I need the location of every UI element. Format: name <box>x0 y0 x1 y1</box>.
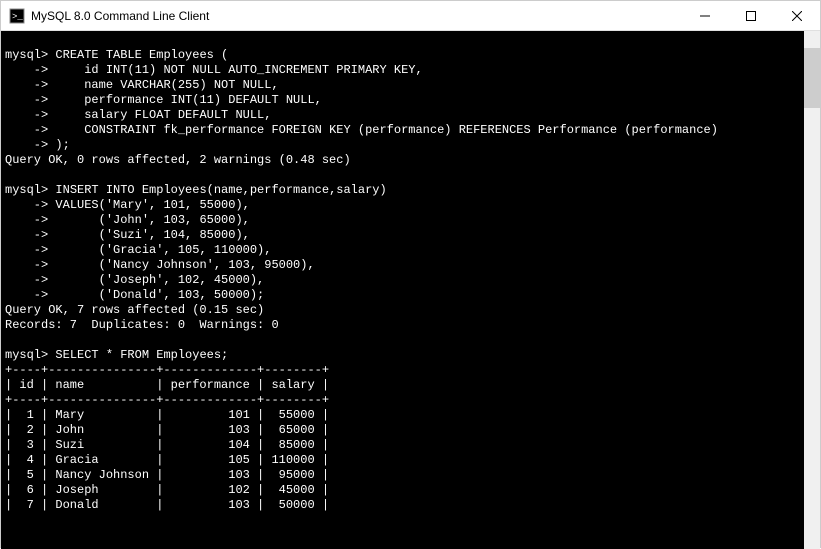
sql-insert-line: ('Suzi', 104, 85000), <box>55 228 249 242</box>
cont-prompt: -> <box>5 243 48 257</box>
query-result: Query OK, 0 rows affected, 2 warnings (0… <box>5 153 351 167</box>
sql-insert-line: INSERT INTO Employees(name,performance,s… <box>55 183 386 197</box>
sql-insert-line: ('Gracia', 105, 110000), <box>55 243 271 257</box>
table-row: | 6 | Joseph | 102 | 45000 | <box>5 483 329 497</box>
prompt: mysql> <box>5 183 48 197</box>
cont-prompt: -> <box>5 288 48 302</box>
cont-prompt: -> <box>5 78 48 92</box>
sql-insert-line: ('Nancy Johnson', 103, 95000), <box>55 258 314 272</box>
cont-prompt: -> <box>5 228 48 242</box>
query-result: Query OK, 7 rows affected (0.15 sec) <box>5 303 264 317</box>
table-border: +----+---------------+-------------+----… <box>5 363 329 377</box>
window-title: MySQL 8.0 Command Line Client <box>31 9 682 23</box>
sql-create-line: salary FLOAT DEFAULT NULL, <box>55 108 271 122</box>
scroll-thumb[interactable] <box>804 48 820 108</box>
sql-create-line: CREATE TABLE Employees ( <box>55 48 228 62</box>
sql-create-line: name VARCHAR(255) NOT NULL, <box>55 78 278 92</box>
prompt: mysql> <box>5 348 48 362</box>
table-border: +----+---------------+-------------+----… <box>5 393 329 407</box>
cont-prompt: -> <box>5 213 48 227</box>
cont-prompt: -> <box>5 123 48 137</box>
app-icon: >_ <box>9 8 25 24</box>
sql-create-line: performance INT(11) DEFAULT NULL, <box>55 93 321 107</box>
minimize-button[interactable] <box>682 1 728 30</box>
svg-text:>_: >_ <box>12 12 23 22</box>
query-result: Records: 7 Duplicates: 0 Warnings: 0 <box>5 318 279 332</box>
cont-prompt: -> <box>5 258 48 272</box>
table-row: | 2 | John | 103 | 65000 | <box>5 423 329 437</box>
table-row: | 4 | Gracia | 105 | 110000 | <box>5 453 329 467</box>
sql-create-line: ); <box>55 138 69 152</box>
vertical-scrollbar[interactable]: ▴ <box>804 31 820 549</box>
sql-insert-line: ('Donald', 103, 50000); <box>55 288 264 302</box>
sql-select-line: SELECT * FROM Employees; <box>55 348 228 362</box>
cont-prompt: -> <box>5 138 48 152</box>
close-button[interactable] <box>774 1 820 30</box>
table-row: | 5 | Nancy Johnson | 103 | 95000 | <box>5 468 329 482</box>
cont-prompt: -> <box>5 108 48 122</box>
sql-insert-line: ('Joseph', 102, 45000), <box>55 273 264 287</box>
table-row: | 1 | Mary | 101 | 55000 | <box>5 408 329 422</box>
table-header: | id | name | performance | salary | <box>5 378 329 392</box>
table-row: | 7 | Donald | 103 | 50000 | <box>5 498 329 512</box>
cont-prompt: -> <box>5 93 48 107</box>
prompt: mysql> <box>5 48 48 62</box>
table-row: | 3 | Suzi | 104 | 85000 | <box>5 438 329 452</box>
window-titlebar: >_ MySQL 8.0 Command Line Client <box>1 1 820 31</box>
cont-prompt: -> <box>5 273 48 287</box>
sql-insert-line: VALUES('Mary', 101, 55000), <box>55 198 249 212</box>
sql-insert-line: ('John', 103, 65000), <box>55 213 249 227</box>
sql-create-line: CONSTRAINT fk_performance FOREIGN KEY (p… <box>55 123 718 137</box>
cont-prompt: -> <box>5 63 48 77</box>
cont-prompt: -> <box>5 198 48 212</box>
terminal-output[interactable]: mysql> CREATE TABLE Employees ( -> id IN… <box>1 31 820 549</box>
window-controls <box>682 1 820 30</box>
sql-create-line: id INT(11) NOT NULL AUTO_INCREMENT PRIMA… <box>55 63 422 77</box>
maximize-button[interactable] <box>728 1 774 30</box>
